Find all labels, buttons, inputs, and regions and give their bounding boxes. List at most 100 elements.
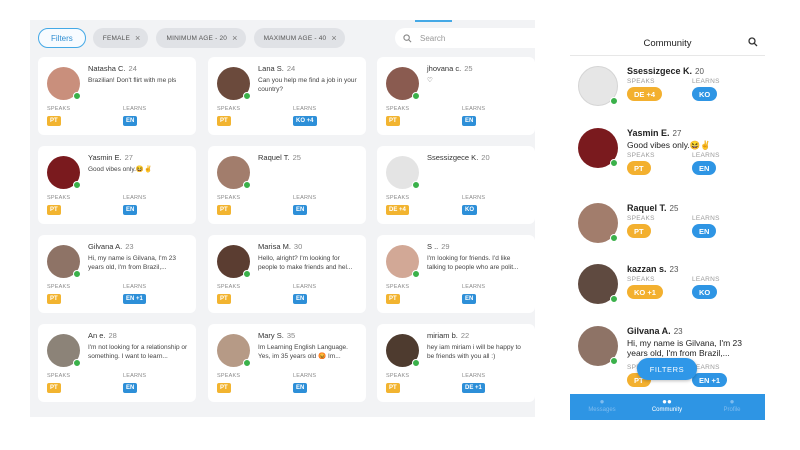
profile-name: Yasmin E. (88, 153, 122, 162)
profile-bio: Good vibes only.😆✌ (627, 140, 711, 150)
speaks-label: SPEAKS (217, 106, 241, 112)
speaks-label: SPEAKS (386, 106, 410, 112)
profile-name: Marisa M. (258, 242, 291, 251)
speaks-language-pill: KO +1 (627, 285, 663, 299)
online-status-dot (610, 97, 618, 105)
profile-age: 27 (672, 129, 682, 138)
profile-card[interactable]: Natasha C. 24 Brazilian! Don't flirt with … (38, 57, 196, 135)
speaks-label: SPEAKS (47, 284, 71, 290)
mobile-header: Community (570, 32, 765, 56)
profile-name-line: Marisa M. 30 (258, 242, 302, 251)
search-icon[interactable] (748, 37, 758, 47)
profile-bio: ♡ (427, 77, 433, 84)
speaks-language-tag: PT (217, 294, 231, 304)
online-status-dot (412, 359, 420, 367)
learns-language-pill: EN (692, 224, 717, 238)
list-item[interactable]: Yasmin E. 27 Good vibes only.😆✌ SPEAKS LEARN… (570, 126, 765, 188)
speaks-label: SPEAKS (627, 215, 655, 222)
speaks-language-tag: PT (386, 294, 400, 304)
profile-card[interactable]: Gilvana A. 23 Hi, my name is Gilvana, I'm … (38, 235, 196, 313)
speaks-label: SPEAKS (217, 195, 241, 201)
profile-card[interactable]: jhovana c. 25 ♡ SPEAKS LEARNS PT EN (377, 57, 535, 135)
bottom-tab-bar: ● Messages ●● Community ● Profile (570, 394, 765, 420)
tab-community[interactable]: ●● Community (637, 397, 697, 413)
desktop-community-panel: Filters FEMALE × MINIMUM AGE - 20 × MAXI… (30, 20, 535, 417)
speaks-label: SPEAKS (627, 78, 655, 85)
close-icon[interactable]: × (331, 33, 336, 43)
online-status-dot (243, 181, 251, 189)
speaks-label: SPEAKS (627, 152, 655, 159)
learns-language-tag: EN (293, 205, 308, 215)
speaks-language-tag: PT (217, 116, 231, 126)
tab-accent-bar (415, 20, 452, 22)
profile-name-line: Raquel T. 25 (258, 153, 301, 162)
profile-name: Gilvana A. (88, 242, 123, 251)
online-status-dot (610, 295, 618, 303)
profile-card[interactable]: Mary S. 35 Im Learning English Language. Y… (208, 324, 366, 402)
list-item[interactable]: Raquel T. 25 SPEAKS LEARNS PT EN (570, 201, 765, 263)
learns-language-tag: EN (293, 294, 308, 304)
close-icon[interactable]: × (232, 33, 237, 43)
filter-chip-max-age[interactable]: MAXIMUM AGE - 40 × (253, 28, 345, 48)
profile-age: 20 (481, 153, 490, 162)
learns-label: LEARNS (293, 106, 317, 112)
filters-fab-button[interactable]: FILTERS (637, 358, 697, 380)
profile-card[interactable]: S .. 29 I'm looking for friends. I'd like … (377, 235, 535, 313)
learns-label: LEARNS (123, 195, 147, 201)
speaks-language-tag: PT (217, 205, 231, 215)
profile-name-line: S .. 29 (427, 242, 450, 251)
profile-age: 29 (441, 242, 450, 251)
speaks-language-tag: PT (47, 383, 61, 393)
learns-language-tag: EN (293, 383, 308, 393)
profile-card[interactable]: Lana S. 24 Can you help me find a job in y… (208, 57, 366, 135)
search-input[interactable]: Search (395, 28, 535, 48)
online-status-dot (412, 270, 420, 278)
profile-name: An e. (88, 331, 106, 340)
learns-language-tag: KO +4 (293, 116, 317, 126)
learns-label: LEARNS (123, 284, 147, 290)
speaks-label: SPEAKS (386, 284, 410, 290)
profile-card[interactable]: An e. 28 I'm not looking for a relationshi… (38, 324, 196, 402)
profile-name-line: Natasha C. 24 (88, 64, 137, 73)
profile-card[interactable]: Yasmin E. 27 Good vibes only.😆✌ SPEAKS LEARN… (38, 146, 196, 224)
profile-name-line: Lana S. 24 (258, 64, 295, 73)
learns-label: LEARNS (123, 373, 147, 379)
filter-chip-min-age[interactable]: MINIMUM AGE - 20 × (156, 28, 246, 48)
profile-age: 25 (464, 64, 473, 73)
learns-language-tag: EN +1 (123, 294, 146, 304)
learns-language-pill: EN (692, 161, 717, 175)
profile-card[interactable]: miriam b. 22 hey iam miriam i will be happ… (377, 324, 535, 402)
profile-name: Natasha C. (88, 64, 126, 73)
list-item[interactable]: Ssessizgece K. 20 SPEAKS LEARNS DE +4 KO (570, 64, 765, 126)
online-status-dot (610, 159, 618, 167)
profile-name-line: Raquel T. 25 (627, 203, 678, 213)
search-placeholder: Search (420, 33, 446, 43)
profile-name: Lana S. (258, 64, 284, 73)
learns-label: LEARNS (293, 373, 317, 379)
learns-label: LEARNS (462, 373, 486, 379)
online-status-dot (73, 359, 81, 367)
online-status-dot (73, 270, 81, 278)
close-icon[interactable]: × (135, 33, 140, 43)
speaks-language-pill: DE +4 (627, 87, 663, 101)
speaks-label: SPEAKS (47, 195, 71, 201)
learns-language-tag: EN (462, 294, 477, 304)
profile-age: 30 (293, 242, 303, 251)
online-status-dot (243, 92, 251, 100)
tab-profile[interactable]: ● Profile (702, 397, 762, 413)
filters-button[interactable]: Filters (38, 28, 86, 48)
list-item[interactable]: kazzan s. 23 SPEAKS LEARNS KO +1 KO (570, 262, 765, 324)
profile-card[interactable]: Raquel T. 25 SPEAKS LEARNS PT EN (208, 146, 366, 224)
profile-age: 25 (669, 204, 679, 213)
learns-language-pill: KO (692, 285, 718, 299)
filter-chip-female[interactable]: FEMALE × (92, 28, 149, 48)
learns-label: LEARNS (293, 195, 317, 201)
learns-language-tag: EN (123, 383, 138, 393)
profile-card[interactable]: Ssessizgece K. 20 SPEAKS LEARNS DE +4 KO (377, 146, 535, 224)
profile-card[interactable]: Marisa M. 30 Hello, alright? I'm looking f… (208, 235, 366, 313)
speaks-language-tag: PT (47, 294, 61, 304)
speaks-language-tag: PT (47, 205, 61, 215)
tab-label: Profile (723, 407, 741, 413)
tab-messages[interactable]: ● Messages (572, 397, 632, 413)
profile-name-line: Yasmin E. 27 (627, 128, 681, 138)
